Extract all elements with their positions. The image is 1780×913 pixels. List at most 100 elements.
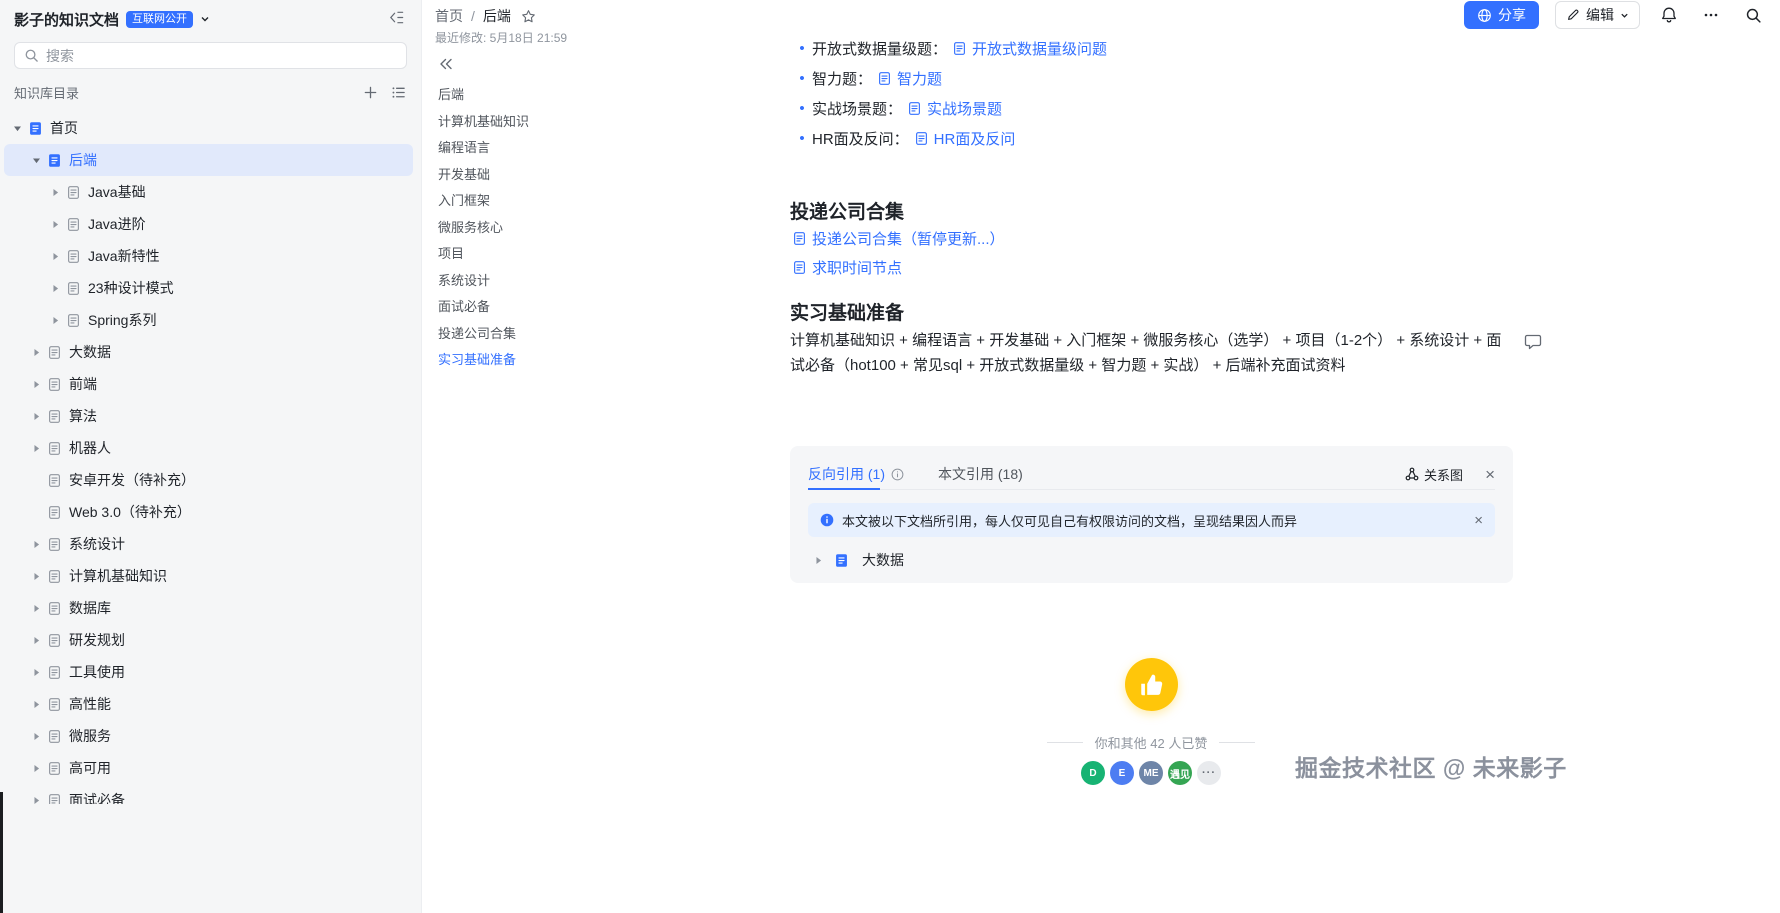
notifications-button[interactable] bbox=[1656, 2, 1682, 28]
more-options-button[interactable] bbox=[1698, 2, 1724, 28]
toc-item[interactable]: 实习基础准备 bbox=[438, 347, 768, 374]
doc-link[interactable]: HR面及反问 bbox=[914, 128, 1015, 149]
close-icon[interactable]: × bbox=[1474, 513, 1483, 528]
tree-item[interactable]: Web 3.0（待补充） bbox=[4, 496, 413, 528]
tree-item[interactable]: 前端 bbox=[4, 368, 413, 400]
doc-link-label: 求职时间节点 bbox=[812, 260, 903, 277]
collapse-toc-button[interactable] bbox=[438, 56, 454, 72]
tree-collapsed-icon[interactable] bbox=[29, 412, 44, 421]
tree-item[interactable]: 后端 bbox=[4, 144, 413, 176]
tree-collapsed-icon[interactable] bbox=[29, 604, 44, 613]
tree-item[interactable]: 安卓开发（待补充） bbox=[4, 464, 413, 496]
doc-icon bbox=[47, 729, 62, 744]
tree-item[interactable]: 系统设计 bbox=[4, 528, 413, 560]
doc-link[interactable]: 智力题 bbox=[877, 68, 942, 89]
backlink-item[interactable]: 大数据 bbox=[808, 550, 1495, 570]
tree-collapsed-icon[interactable] bbox=[29, 732, 44, 741]
tree-item[interactable]: Java进阶 bbox=[4, 208, 413, 240]
tree-item[interactable]: 高性能 bbox=[4, 688, 413, 720]
avatar[interactable]: D bbox=[1081, 761, 1105, 785]
tree-item[interactable]: 研发规划 bbox=[4, 624, 413, 656]
tree-collapsed-icon[interactable] bbox=[29, 668, 44, 677]
tree-item-label: 大数据 bbox=[69, 344, 111, 360]
avatar[interactable]: 遇见 bbox=[1168, 761, 1192, 785]
sidebar-scrollbar[interactable] bbox=[0, 792, 3, 913]
tree-item[interactable]: 数据库 bbox=[4, 592, 413, 624]
toc-item[interactable]: 系统设计 bbox=[438, 268, 768, 295]
tree-item[interactable]: 计算机基础知识 bbox=[4, 560, 413, 592]
tree-item[interactable]: 机器人 bbox=[4, 432, 413, 464]
pencil-icon bbox=[1566, 8, 1580, 22]
doc-link[interactable]: 开放式数据量级问题 bbox=[952, 38, 1107, 59]
info-icon[interactable] bbox=[891, 468, 904, 481]
toc-item[interactable]: 面试必备 bbox=[438, 294, 768, 321]
tree-collapsed-icon[interactable] bbox=[48, 220, 63, 229]
tree-item[interactable]: 大数据 bbox=[4, 336, 413, 368]
tree-collapsed-icon[interactable] bbox=[29, 348, 44, 357]
chevron-down-icon[interactable] bbox=[200, 14, 210, 24]
tab-forward-links[interactable]: 本文引用 (18) bbox=[938, 464, 1023, 484]
toc-item[interactable]: 计算机基础知识 bbox=[438, 109, 768, 136]
tree-item[interactable]: 工具使用 bbox=[4, 656, 413, 688]
tree-item[interactable]: Java新特性 bbox=[4, 240, 413, 272]
tree-collapsed-icon[interactable] bbox=[48, 188, 63, 197]
tree-collapsed-icon[interactable] bbox=[811, 556, 825, 565]
edit-label: 编辑 bbox=[1586, 7, 1614, 23]
add-page-button[interactable] bbox=[363, 85, 378, 100]
tree-collapsed-icon[interactable] bbox=[29, 540, 44, 549]
collapse-sidebar-button[interactable] bbox=[388, 9, 405, 26]
tree-item[interactable]: 微服务 bbox=[4, 720, 413, 752]
tab-backlinks[interactable]: 反向引用 (1) bbox=[808, 464, 904, 484]
tree-collapsed-icon[interactable] bbox=[29, 796, 44, 805]
tree-expanded-icon[interactable] bbox=[10, 124, 25, 133]
like-button[interactable] bbox=[1124, 658, 1178, 711]
tree-item[interactable]: 高可用 bbox=[4, 752, 413, 784]
tree-collapsed-icon[interactable] bbox=[48, 284, 63, 293]
tree-collapsed-icon[interactable] bbox=[29, 444, 44, 453]
doc-link[interactable]: 投递公司合集（暂停更新...） bbox=[792, 228, 1005, 249]
toc-item[interactable]: 投递公司合集 bbox=[438, 321, 768, 348]
close-icon[interactable]: × bbox=[1485, 466, 1495, 483]
tree-expanded-icon[interactable] bbox=[29, 156, 44, 165]
tree-item[interactable]: 算法 bbox=[4, 400, 413, 432]
doc-link-label: 智力题 bbox=[897, 70, 943, 88]
toc-item[interactable]: 微服务核心 bbox=[438, 215, 768, 242]
tree-collapsed-icon[interactable] bbox=[48, 252, 63, 261]
doc-icon bbox=[28, 121, 43, 136]
tree-collapsed-icon[interactable] bbox=[29, 572, 44, 581]
toc-item[interactable]: 项目 bbox=[438, 241, 768, 268]
tree-collapsed-icon[interactable] bbox=[29, 764, 44, 773]
toc-item[interactable]: 入门框架 bbox=[438, 188, 768, 215]
tree-item[interactable]: 面试必备 bbox=[4, 784, 413, 804]
relation-graph-button[interactable]: 关系图 bbox=[1405, 465, 1463, 484]
tree-item[interactable]: 首页 bbox=[4, 112, 413, 144]
toc-item[interactable]: 开发基础 bbox=[438, 162, 768, 189]
catalog-sort-button[interactable] bbox=[391, 85, 406, 100]
info-filled-icon bbox=[820, 513, 834, 527]
tree-item[interactable]: Spring系列 bbox=[4, 304, 413, 336]
tree-collapsed-icon[interactable] bbox=[48, 316, 63, 325]
thumbs-up-icon bbox=[1138, 672, 1164, 698]
directory-header: 知识库目录 bbox=[14, 82, 406, 102]
tree-item[interactable]: Java基础 bbox=[4, 176, 413, 208]
chevron-down-icon bbox=[1620, 11, 1629, 20]
doc-link[interactable]: 求职时间节点 bbox=[792, 257, 902, 278]
toc-item[interactable]: 后端 bbox=[438, 82, 768, 109]
tree-collapsed-icon[interactable] bbox=[29, 636, 44, 645]
doc-icon bbox=[47, 409, 62, 424]
tree-collapsed-icon[interactable] bbox=[29, 380, 44, 389]
tree-item[interactable]: 23种设计模式 bbox=[4, 272, 413, 304]
search-button[interactable] bbox=[1740, 2, 1766, 28]
comment-icon[interactable] bbox=[1524, 332, 1542, 350]
doc-link[interactable]: 实战场景题 bbox=[907, 98, 1002, 119]
breadcrumb-root[interactable]: 首页 bbox=[435, 6, 463, 26]
avatar[interactable]: E bbox=[1110, 761, 1134, 785]
more-avatars-button[interactable]: ··· bbox=[1197, 761, 1221, 785]
favorite-star-icon[interactable] bbox=[521, 9, 536, 24]
avatar[interactable]: ME bbox=[1139, 761, 1163, 785]
tree-item-label: 微服务 bbox=[69, 728, 111, 744]
edit-button[interactable]: 编辑 bbox=[1555, 1, 1640, 29]
search-input[interactable]: 搜索 bbox=[14, 42, 407, 69]
tree-collapsed-icon[interactable] bbox=[29, 700, 44, 709]
toc-item[interactable]: 编程语言 bbox=[438, 135, 768, 162]
